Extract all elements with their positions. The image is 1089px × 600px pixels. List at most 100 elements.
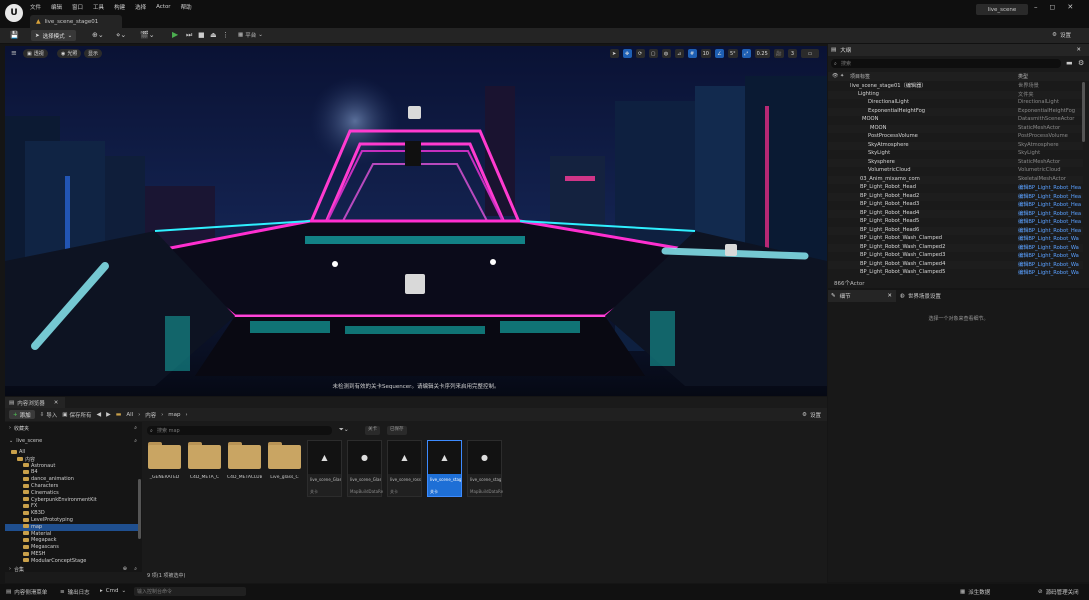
- cb-settings-button[interactable]: ⚙ 设置: [802, 411, 821, 419]
- outliner-row-type[interactable]: 编辑BP_Light_Robot_Hea: [1018, 201, 1081, 208]
- tree-folder-item[interactable]: dance_animation: [5, 476, 140, 483]
- stop-icon[interactable]: ■: [198, 31, 205, 39]
- camera-speed-value[interactable]: 3: [788, 49, 797, 58]
- outliner-row[interactable]: BP_Light_Robot_Head3 编辑BP_Light_Robot_Hea: [828, 201, 1083, 210]
- tree-folder-item[interactable]: MESH: [5, 551, 140, 558]
- outliner-tab[interactable]: ▤ 大纲 ✕: [828, 44, 1089, 56]
- surface-snap-icon[interactable]: ⊿: [674, 49, 684, 58]
- outliner-row[interactable]: BP_Light_Robot_Head2 编辑BP_Light_Robot_Hea: [828, 192, 1083, 201]
- collections-header[interactable]: › 合集 ⊕ ⌕: [9, 565, 141, 573]
- add-actor-icon[interactable]: ⊕⌄: [92, 31, 104, 39]
- perspective-button[interactable]: ▣ 透视: [23, 49, 48, 58]
- outliner-row-type[interactable]: 编辑BP_Light_Robot_Wa: [1018, 261, 1079, 268]
- outliner-row-type[interactable]: 编辑BP_Light_Robot_Wa: [1018, 252, 1079, 259]
- more-icon[interactable]: ⋮: [222, 31, 229, 39]
- rotation-snap-icon[interactable]: ∠: [714, 49, 724, 58]
- tree-folder-item[interactable]: Megapack: [5, 537, 140, 544]
- console-input[interactable]: 输入控制台命令: [134, 587, 246, 596]
- grid-snap-icon[interactable]: #: [687, 49, 697, 58]
- tree-folder-item[interactable]: CyberpunkEnvironmentKit: [5, 497, 140, 504]
- tree-folder-item[interactable]: KB3D: [5, 510, 140, 517]
- asset-folder[interactable]: C4D_META_C: [187, 440, 222, 497]
- tree-scrollbar[interactable]: [138, 479, 141, 539]
- visibility-icon[interactable]: 👁: [832, 73, 838, 79]
- asset-folder[interactable]: Live_glass_C: [267, 440, 302, 497]
- history-back-icon[interactable]: ◀: [96, 411, 101, 418]
- outliner-row[interactable]: 03_Anim_mixamo_com SkeletalMeshActor: [828, 175, 1083, 184]
- derived-data-button[interactable]: ▦ 派生数据: [960, 588, 990, 596]
- outliner-row[interactable]: BP_Light_Robot_Head 编辑BP_Light_Robot_Hea: [828, 184, 1083, 193]
- close-icon[interactable]: ✕: [1076, 47, 1081, 53]
- save-all-button[interactable]: ▣ 保存所有: [62, 411, 91, 419]
- tree-folder-item[interactable]: All: [5, 449, 140, 456]
- asset-search-input[interactable]: ⌕ 搜索 map: [147, 426, 332, 435]
- tree-folder-item[interactable]: map: [5, 523, 140, 531]
- filter-level-chip[interactable]: 关卡: [365, 426, 380, 435]
- outliner-row[interactable]: DirectionalLight DirectionalLight: [828, 99, 1083, 108]
- content-browser-tab[interactable]: ▤ 内容浏览器 ✕: [5, 397, 65, 408]
- breadcrumb-map[interactable]: map: [168, 412, 180, 418]
- outliner-row[interactable]: BP_Light_Robot_Wash_Clamped3 编辑BP_Light_R…: [828, 252, 1083, 261]
- outliner-scrollbar[interactable]: [1082, 82, 1085, 142]
- outliner-row[interactable]: BP_Light_Robot_Head5 编辑BP_Light_Robot_Hea: [828, 218, 1083, 227]
- tree-folder-item[interactable]: ModularConceptStage: [5, 558, 140, 565]
- column-type[interactable]: 类型: [1018, 73, 1028, 80]
- menu-edit[interactable]: 编辑: [51, 3, 62, 11]
- outliner-row[interactable]: SkyLight SkyLight: [828, 150, 1083, 159]
- asset-folder[interactable]: _GENERATED: [147, 440, 182, 497]
- level-tab[interactable]: ▲ live_scene_stage01: [30, 15, 122, 28]
- close-icon[interactable]: ✕: [54, 400, 59, 406]
- outliner-row[interactable]: MOON DatasmithSceneActor: [828, 116, 1083, 125]
- outliner-row[interactable]: MOON StaticMeshActor: [828, 124, 1083, 133]
- world-space-icon[interactable]: ◍: [661, 49, 671, 58]
- menu-file[interactable]: 文件: [30, 3, 41, 11]
- asset-map[interactable]: ● live_scene_stage01_Built MapBuildDataRe: [467, 440, 503, 497]
- blueprint-icon[interactable]: ⋄⌄: [116, 31, 126, 39]
- outliner-row-type[interactable]: 编辑BP_Light_Robot_Hea: [1018, 218, 1081, 225]
- cinematics-icon[interactable]: 🎬⌄: [140, 31, 155, 39]
- hamburger-icon[interactable]: ≡: [11, 49, 17, 57]
- outliner-row[interactable]: BP_Light_Robot_Wash_Clamped4 编辑BP_Light_R…: [828, 260, 1083, 269]
- maximize-button[interactable]: ◻: [1050, 3, 1056, 11]
- world-settings-tab[interactable]: ◍ 世界场景设置: [900, 292, 941, 300]
- menu-help[interactable]: 帮助: [181, 3, 192, 11]
- tree-folder-item[interactable]: Characters: [5, 483, 140, 490]
- favorites-header[interactable]: › 收藏夹 ⌕: [9, 424, 141, 432]
- outliner-row-type[interactable]: 编辑BP_Light_Robot_Hea: [1018, 193, 1081, 200]
- pin-icon[interactable]: ✦: [840, 73, 844, 79]
- outliner-row-type[interactable]: 编辑BP_Light_Robot_Hea: [1018, 227, 1081, 234]
- project-header[interactable]: ⌄ live_scene ⌕: [9, 437, 141, 445]
- move-tool-icon[interactable]: ✥: [622, 49, 632, 58]
- source-control-button[interactable]: ⊘ 源码管理关闭: [1038, 588, 1079, 596]
- scale-snap-icon[interactable]: ⤢: [741, 49, 751, 58]
- menu-window[interactable]: 窗口: [72, 3, 83, 11]
- tree-folder-item[interactable]: B4: [5, 469, 140, 476]
- menu-build[interactable]: 构建: [114, 3, 125, 11]
- eject-icon[interactable]: ⏏: [210, 31, 217, 39]
- asset-map[interactable]: ▲ live_scene_Glass 关卡: [307, 440, 342, 497]
- lighting-button[interactable]: ◉ 光照: [57, 49, 82, 58]
- show-button[interactable]: 显示: [84, 49, 103, 58]
- column-label[interactable]: 项目标签: [850, 73, 870, 80]
- outliner-row-type[interactable]: 编辑BP_Light_Robot_Wa: [1018, 269, 1079, 276]
- search-icon[interactable]: ⌕: [134, 438, 137, 444]
- asset-folder[interactable]: C4D_METACLUB_C: [227, 440, 262, 497]
- close-icon[interactable]: ✕: [887, 293, 892, 299]
- tree-folder-item[interactable]: Cinematics: [5, 490, 140, 497]
- step-icon[interactable]: ⏭: [186, 31, 192, 40]
- outliner-row[interactable]: BP_Light_Robot_Head6 编辑BP_Light_Robot_Hea: [828, 226, 1083, 235]
- output-log-button[interactable]: ≡ 输出日志: [60, 588, 90, 596]
- tree-folder-item[interactable]: Material: [5, 531, 140, 538]
- tree-folder-item[interactable]: Astronaut: [5, 463, 140, 470]
- select-tool-icon[interactable]: ➤: [609, 49, 619, 58]
- outliner-row-type[interactable]: 编辑BP_Light_Robot_Wa: [1018, 235, 1079, 242]
- add-collection-icon[interactable]: ⊕: [123, 566, 127, 572]
- menu-select[interactable]: 选择: [135, 3, 146, 11]
- outliner-row[interactable]: ExponentialHeightFog ExponentialHeightFog: [828, 107, 1083, 116]
- add-folder-icon[interactable]: ▬: [1066, 59, 1073, 67]
- asset-map[interactable]: ▲ live_scene_rosso 关卡: [387, 440, 422, 497]
- cmd-dropdown[interactable]: ▸ Cmd ⌄: [100, 588, 126, 594]
- asset-map[interactable]: ● live_scene_Glass_BuiltData MapBuildDataR…: [347, 440, 383, 497]
- outliner-row[interactable]: BP_Light_Robot_Head4 编辑BP_Light_Robot_Hea: [828, 209, 1083, 218]
- tree-folder-item[interactable]: Megascans: [5, 544, 140, 551]
